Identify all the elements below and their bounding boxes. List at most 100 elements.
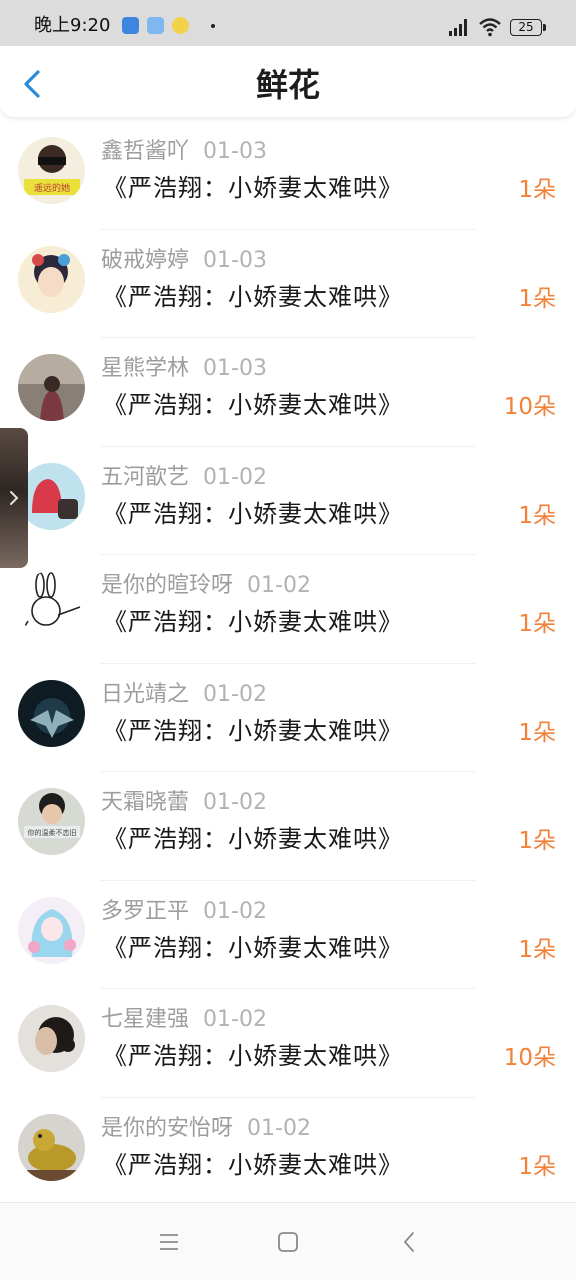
back-icon bbox=[404, 1232, 414, 1252]
avatar-image: 你的温柔不恋旧 bbox=[18, 788, 85, 855]
avatar-image bbox=[18, 896, 85, 964]
flower-quantity: 1朵 bbox=[518, 285, 556, 312]
user-name: 多罗正平 bbox=[101, 898, 190, 924]
avatar[interactable] bbox=[18, 571, 85, 638]
username: 星熊学林 01-03 bbox=[101, 354, 267, 384]
gift-date: 01-03 bbox=[203, 356, 267, 381]
avatar-image bbox=[18, 1005, 85, 1072]
list-item[interactable]: 你的温柔不恋旧 天霜晓蕾 01-02 《严浩翔：小娇妻太难哄》 1朵 bbox=[0, 772, 576, 881]
user-name: 七星建强 bbox=[101, 1007, 190, 1032]
app-notification-icon bbox=[172, 17, 189, 34]
flower-quantity: 1朵 bbox=[518, 828, 556, 854]
flower-quantity: 1朵 bbox=[518, 1153, 556, 1180]
battery-icon: 25 bbox=[510, 19, 546, 36]
username: 七星建强 01-02 bbox=[101, 1005, 267, 1035]
flower-list: 遥远的她 鑫哲酱吖 01-03 《严浩翔：小娇妻太难哄》 1朵 破戒婷婷 01-03… bbox=[0, 121, 576, 1206]
avatar-image bbox=[18, 462, 85, 530]
flower-quantity: 1朵 bbox=[518, 177, 556, 203]
avatar[interactable] bbox=[18, 245, 85, 313]
user-name: 星熊学林 bbox=[101, 356, 190, 381]
avatar-image bbox=[18, 679, 85, 747]
book-title: 《严浩翔：小娇妻太难哄》 bbox=[103, 282, 403, 311]
avatar[interactable]: 你的温柔不恋旧 bbox=[18, 788, 85, 855]
avatar[interactable] bbox=[18, 354, 85, 421]
username: 天霜晓蕾 01-02 bbox=[101, 788, 267, 818]
more-notifications-icon bbox=[211, 23, 215, 28]
side-drawer-tab[interactable] bbox=[0, 428, 28, 568]
avatar[interactable] bbox=[18, 462, 85, 530]
avatar[interactable]: 遥远的她 bbox=[18, 137, 85, 204]
avatar-image bbox=[18, 1113, 85, 1181]
avatar-image bbox=[18, 571, 85, 638]
gift-date: 01-02 bbox=[203, 681, 267, 707]
list-item[interactable]: 多罗正平 01-02 《严浩翔：小娇妻太难哄》 1朵 bbox=[0, 881, 576, 989]
username: 日光靖之 01-02 bbox=[101, 680, 267, 710]
username: 五河歆艺 01-02 bbox=[101, 463, 267, 493]
avatar-sticker-text: 你的温柔不恋旧 bbox=[28, 828, 77, 837]
user-name: 鑫哲酱吖 bbox=[101, 139, 190, 164]
book-title: 《严浩翔：小娇妻太难哄》 bbox=[103, 174, 403, 202]
list-item[interactable]: 是你的暄玲呀 01-02 《严浩翔：小娇妻太难哄》 1朵 bbox=[0, 555, 576, 664]
system-nav-bar bbox=[0, 1202, 576, 1280]
gift-date: 01-02 bbox=[203, 464, 267, 490]
home-icon bbox=[278, 1232, 298, 1252]
gift-date: 01-02 bbox=[203, 1007, 267, 1032]
avatar-sticker-text: 遥远的她 bbox=[34, 182, 70, 194]
menu-icon bbox=[160, 1234, 178, 1250]
list-item[interactable]: 是你的安怡呀 01-02 《严浩翔：小娇妻太难哄》 1朵 bbox=[0, 1098, 576, 1207]
book-title: 《严浩翔：小娇妻太难哄》 bbox=[103, 1150, 403, 1179]
user-name: 五河歆艺 bbox=[101, 464, 190, 490]
list-item[interactable]: 七星建强 01-02 《严浩翔：小娇妻太难哄》 10朵 bbox=[0, 989, 576, 1098]
flower-quantity: 1朵 bbox=[518, 719, 556, 746]
wifi-icon bbox=[479, 18, 501, 37]
user-name: 是你的安怡呀 bbox=[101, 1115, 234, 1141]
flower-quantity: 10朵 bbox=[503, 1045, 556, 1071]
app-notification-icon bbox=[122, 17, 139, 34]
gift-date: 01-03 bbox=[203, 247, 267, 273]
gift-date: 01-02 bbox=[247, 1115, 311, 1141]
flower-quantity: 1朵 bbox=[518, 611, 556, 637]
flower-quantity: 1朵 bbox=[518, 502, 556, 529]
status-bar: 晚上9:20 25 bbox=[0, 0, 576, 46]
list-item[interactable]: 遥远的她 鑫哲酱吖 01-03 《严浩翔：小娇妻太难哄》 1朵 bbox=[0, 121, 576, 230]
page-title: 鲜花 bbox=[255, 66, 320, 104]
flower-quantity: 10朵 bbox=[503, 394, 556, 420]
gift-date: 01-02 bbox=[247, 573, 311, 598]
home-button[interactable] bbox=[275, 1229, 301, 1255]
username: 破戒婷婷 01-03 bbox=[101, 246, 267, 276]
book-title: 《严浩翔：小娇妻太难哄》 bbox=[103, 391, 403, 419]
avatar[interactable] bbox=[18, 896, 85, 964]
book-title: 《严浩翔：小娇妻太难哄》 bbox=[103, 499, 403, 528]
avatar-image bbox=[18, 354, 85, 421]
gift-date: 01-02 bbox=[203, 898, 267, 924]
book-title: 《严浩翔：小娇妻太难哄》 bbox=[103, 716, 403, 745]
book-title: 《严浩翔：小娇妻太难哄》 bbox=[103, 933, 403, 962]
user-name: 是你的暄玲呀 bbox=[101, 573, 234, 598]
avatar[interactable] bbox=[18, 1005, 85, 1072]
signal-icon bbox=[449, 19, 467, 36]
username: 是你的暄玲呀 01-02 bbox=[101, 571, 311, 601]
avatar-image: 遥远的她 bbox=[18, 137, 85, 204]
username: 是你的安怡呀 01-02 bbox=[101, 1114, 311, 1144]
app-notification-icon bbox=[147, 17, 164, 34]
system-back-button[interactable] bbox=[396, 1229, 422, 1255]
nav-bar: 鲜花 bbox=[0, 46, 576, 118]
user-name: 日光靖之 bbox=[101, 681, 190, 707]
flower-quantity: 1朵 bbox=[518, 936, 556, 963]
username: 多罗正平 01-02 bbox=[101, 897, 267, 927]
menu-button[interactable] bbox=[156, 1229, 182, 1255]
avatar-image bbox=[18, 245, 85, 313]
book-title: 《严浩翔：小娇妻太难哄》 bbox=[103, 608, 403, 636]
gift-date: 01-02 bbox=[203, 790, 267, 815]
list-item[interactable]: 星熊学林 01-03 《严浩翔：小娇妻太难哄》 10朵 bbox=[0, 338, 576, 447]
list-item[interactable]: 破戒婷婷 01-03 《严浩翔：小娇妻太难哄》 1朵 bbox=[0, 230, 576, 338]
list-item[interactable]: 日光靖之 01-02 《严浩翔：小娇妻太难哄》 1朵 bbox=[0, 664, 576, 772]
user-name: 破戒婷婷 bbox=[101, 247, 190, 273]
book-title: 《严浩翔：小娇妻太难哄》 bbox=[103, 825, 403, 853]
book-title: 《严浩翔：小娇妻太难哄》 bbox=[103, 1042, 403, 1070]
user-name: 天霜晓蕾 bbox=[101, 790, 190, 815]
notification-icons bbox=[122, 17, 215, 34]
list-item[interactable]: 五河歆艺 01-02 《严浩翔：小娇妻太难哄》 1朵 bbox=[0, 447, 576, 555]
avatar[interactable] bbox=[18, 679, 85, 747]
avatar[interactable] bbox=[18, 1113, 85, 1181]
